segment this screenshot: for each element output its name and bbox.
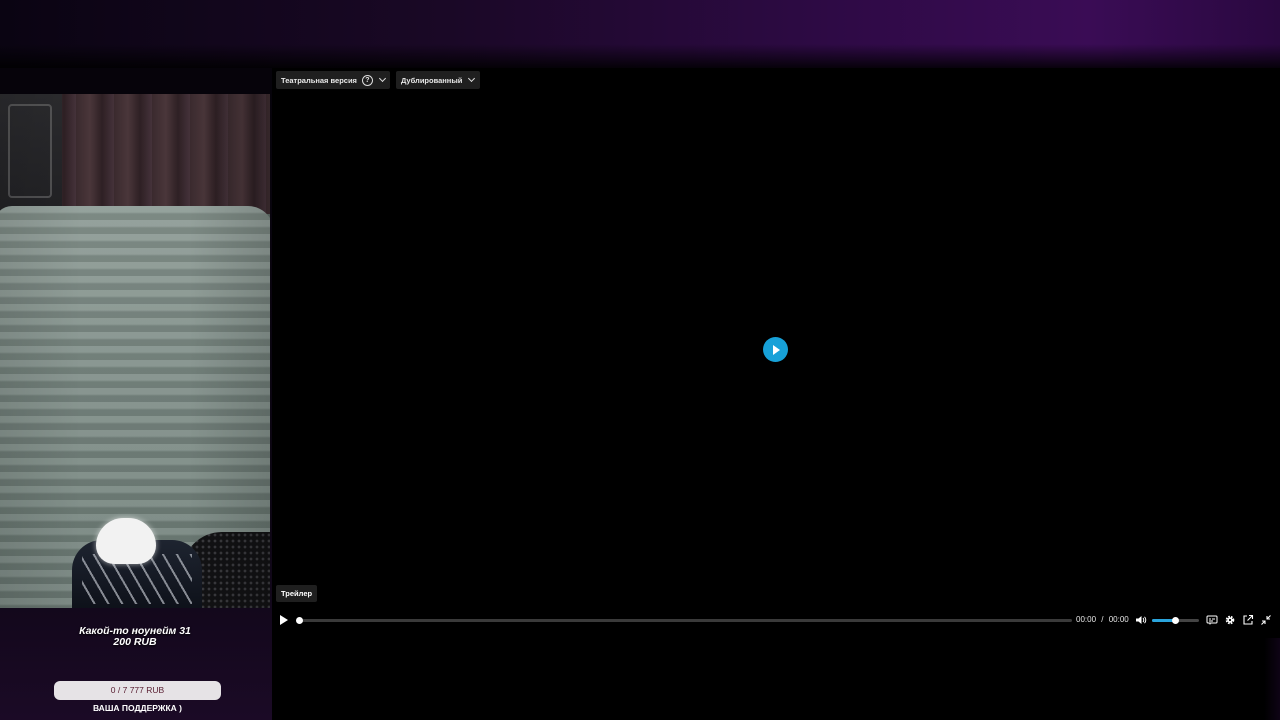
audio-selector-label: Дублированный (401, 75, 463, 85)
progress-knob[interactable] (296, 616, 303, 624)
version-selector[interactable]: Театральная версия ? (276, 71, 390, 89)
audio-selector[interactable]: Дублированный (396, 71, 480, 89)
volume-icon[interactable] (1136, 615, 1147, 625)
trailer-badge[interactable]: Трейлер (276, 585, 318, 602)
big-play-button[interactable] (763, 337, 788, 362)
webcam-feed (0, 94, 270, 608)
video-player[interactable]: Театральная версия ? Дублированный (272, 68, 1280, 638)
subtitles-icon[interactable] (1206, 614, 1218, 626)
stream-top-gradient (0, 0, 1280, 68)
donation-alert: Какой-то ноунейм 31 200 RUB (20, 626, 250, 648)
volume-slider[interactable] (1152, 616, 1199, 624)
time-display: 00:00 / 00:00 (1076, 615, 1129, 624)
donation-goal-bar: 0 / 7 777 RUB (54, 681, 221, 700)
volume-knob[interactable] (1172, 616, 1179, 624)
chevron-down-icon (378, 74, 386, 83)
exit-fullscreen-icon[interactable] (1260, 614, 1272, 626)
current-time: 00:00 (1076, 615, 1097, 624)
chevron-down-icon (468, 74, 476, 83)
webcam-figure (96, 518, 156, 564)
popout-icon[interactable] (1242, 614, 1254, 626)
total-time: 00:00 (1108, 615, 1129, 624)
play-icon[interactable] (280, 615, 288, 625)
donation-amount: 200 RUB (113, 636, 157, 648)
version-selector-label: Театральная версия (281, 75, 357, 85)
progress-bar[interactable] (296, 616, 1072, 624)
settings-gear-icon[interactable] (1224, 614, 1236, 626)
help-icon[interactable]: ? (361, 74, 373, 86)
player-controls: 00:00 / 00:00 (276, 611, 1276, 629)
donation-goal-label: ВАША ПОДДЕРЖКА ) (92, 703, 183, 713)
